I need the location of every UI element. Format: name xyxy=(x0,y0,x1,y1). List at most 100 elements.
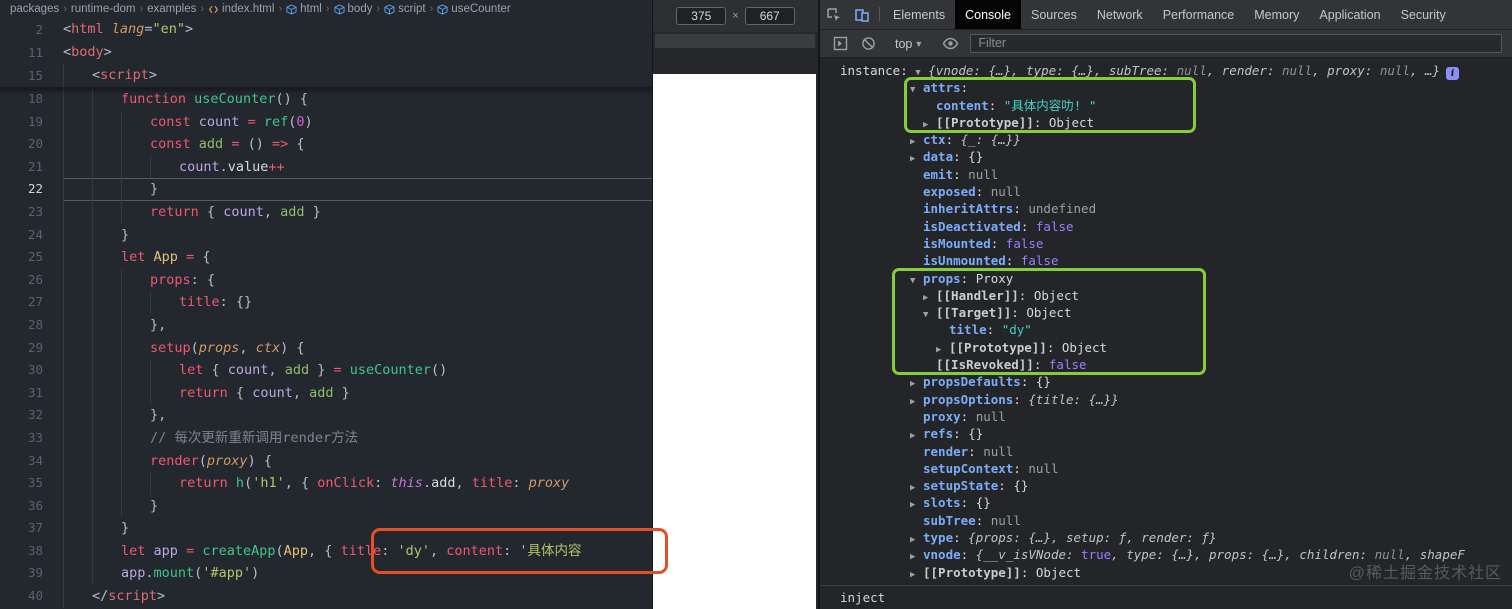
code-line-39[interactable]: 39app.mount('#app') xyxy=(0,562,652,585)
line-number[interactable]: 36 xyxy=(0,495,63,518)
code-line-29[interactable]: 29setup(props, ctx) { xyxy=(0,337,652,360)
console-row[interactable]: ▶[[Prototype]]: Object xyxy=(820,114,1512,131)
tab-network[interactable]: Network xyxy=(1087,0,1153,29)
code-line-35[interactable]: 35return h('h1', { onClick: this.add, ti… xyxy=(0,472,652,495)
line-number[interactable]: 22 xyxy=(0,178,63,201)
collapse-arrow-icon[interactable]: ▼ xyxy=(910,273,923,290)
code-line-24[interactable]: 24} xyxy=(0,224,652,247)
console-prompt[interactable]: inject xyxy=(820,585,1512,609)
code-line-30[interactable]: 30let { count, add } = useCounter() xyxy=(0,359,652,382)
code-line-33[interactable]: 33// 每次更新重新调用render方法 xyxy=(0,427,652,450)
code-line-23[interactable]: 23return { count, add } xyxy=(0,201,652,224)
device-height-input[interactable]: 667 xyxy=(745,7,795,25)
console-row[interactable]: ▶propsDefaults: {} xyxy=(820,373,1512,390)
breadcrumb-item-useCounter[interactable]: useCounter xyxy=(451,3,510,15)
line-number[interactable]: 26 xyxy=(0,269,63,292)
code-line-20[interactable]: 20const add = () => { xyxy=(0,133,652,156)
line-number[interactable]: 37 xyxy=(0,517,63,540)
code-line-28[interactable]: 28}, xyxy=(0,314,652,337)
line-number[interactable]: 40 xyxy=(0,585,63,608)
breadcrumb-item-html[interactable]: html xyxy=(300,3,322,15)
tab-performance[interactable]: Performance xyxy=(1153,0,1245,29)
code-line-11[interactable]: 11<body> xyxy=(0,41,652,64)
line-number[interactable]: 32 xyxy=(0,404,63,427)
breadcrumb-item-body[interactable]: body xyxy=(348,3,373,15)
line-number[interactable]: 23 xyxy=(0,201,63,224)
code-line-18[interactable]: 18function useCounter() { xyxy=(0,88,652,111)
line-number[interactable]: 24 xyxy=(0,224,63,247)
code-line-37[interactable]: 37} xyxy=(0,517,652,540)
code-line-2[interactable]: 2<html lang="en"> xyxy=(0,18,652,41)
code-line-22[interactable]: 22} xyxy=(0,178,652,201)
line-number[interactable]: 28 xyxy=(0,314,63,337)
console-filter-input[interactable]: Filter xyxy=(970,34,1502,53)
inspect-element-icon[interactable] xyxy=(820,0,848,29)
code-line-15[interactable]: 15<script> xyxy=(0,64,652,87)
console-row[interactable]: ▼attrs: xyxy=(820,79,1512,96)
line-number[interactable]: 30 xyxy=(0,359,63,382)
toggle-device-toolbar-icon[interactable] xyxy=(848,0,876,29)
clear-console-icon[interactable] xyxy=(854,36,882,51)
console-row[interactable]: ▶type: {props: {…}, setup: ƒ, render: ƒ} xyxy=(820,529,1512,546)
code-line-25[interactable]: 25let App = { xyxy=(0,246,652,269)
line-number[interactable]: 31 xyxy=(0,382,63,405)
console-row[interactable]: ▶slots: {} xyxy=(820,494,1512,511)
line-number[interactable]: 19 xyxy=(0,111,63,134)
line-number[interactable]: 35 xyxy=(0,472,63,495)
code-line-34[interactable]: 34render(proxy) { xyxy=(0,450,652,473)
breadcrumb-item-index.html[interactable]: index.html xyxy=(222,3,274,15)
console-row[interactable]: ▶setupState: {} xyxy=(820,477,1512,494)
console-row[interactable]: ▼[[Target]]: Object xyxy=(820,304,1512,321)
line-number[interactable]: 34 xyxy=(0,450,63,473)
code-line-38[interactable]: 38let app = createApp(App, { title: 'dy'… xyxy=(0,540,652,563)
code-line-36[interactable]: 36} xyxy=(0,495,652,518)
line-number[interactable]: 29 xyxy=(0,337,63,360)
code-line-26[interactable]: 26props: { xyxy=(0,269,652,292)
tab-console[interactable]: Console xyxy=(955,0,1021,29)
line-number[interactable]: 11 xyxy=(0,41,63,64)
breadcrumb-item-examples[interactable]: examples xyxy=(147,3,196,15)
line-number[interactable]: 33 xyxy=(0,427,63,450)
console-row[interactable]: ▼props: Proxy xyxy=(820,270,1512,287)
line-number[interactable]: 20 xyxy=(0,133,63,156)
device-width-input[interactable]: 375 xyxy=(676,7,726,25)
code-line-40[interactable]: 40</script> xyxy=(0,585,652,608)
console-row[interactable]: ▶refs: {} xyxy=(820,425,1512,442)
line-number[interactable]: 39 xyxy=(0,562,63,585)
code-line-27[interactable]: 27title: {} xyxy=(0,291,652,314)
console-row[interactable]: instance: ▼{vnode: {…}, type: {…}, subTr… xyxy=(820,62,1512,79)
emulated-page-viewport[interactable] xyxy=(653,74,816,609)
execution-context-selector[interactable]: top xyxy=(895,37,912,51)
code-line-32[interactable]: 32}, xyxy=(0,404,652,427)
line-number[interactable]: 27 xyxy=(0,291,63,314)
console-row[interactable]: ▶data: {} xyxy=(820,148,1512,165)
console-row[interactable]: ▶[[Prototype]]: Object xyxy=(820,339,1512,356)
line-number[interactable]: 18 xyxy=(0,88,63,111)
collapse-arrow-icon[interactable]: ▼ xyxy=(923,307,936,324)
console-row[interactable]: ▶propsOptions: {title: {…}} xyxy=(820,391,1512,408)
line-number[interactable]: 2 xyxy=(0,18,63,41)
line-number[interactable]: 38 xyxy=(0,540,63,563)
token: let xyxy=(179,362,203,378)
console-row[interactable]: ▶[[Handler]]: Object xyxy=(820,287,1512,304)
tab-memory[interactable]: Memory xyxy=(1244,0,1309,29)
collapse-arrow-icon[interactable]: ▼ xyxy=(910,82,923,99)
live-expression-eye-icon[interactable] xyxy=(936,35,964,52)
breadcrumb-item-runtime-dom[interactable]: runtime-dom xyxy=(71,3,136,15)
tab-security[interactable]: Security xyxy=(1391,0,1456,29)
code-line-21[interactable]: 21count.value++ xyxy=(0,156,652,179)
tab-sources[interactable]: Sources xyxy=(1021,0,1087,29)
line-number[interactable]: 15 xyxy=(0,64,63,87)
tab-elements[interactable]: Elements xyxy=(883,0,955,29)
tab-application[interactable]: Application xyxy=(1309,0,1390,29)
expand-arrow-icon[interactable]: ▶ xyxy=(923,117,936,134)
breadcrumb-item-script[interactable]: script xyxy=(398,3,425,15)
breadcrumb-item-packages[interactable]: packages xyxy=(10,3,59,15)
code-line-31[interactable]: 31return { count, add } xyxy=(0,382,652,405)
expand-arrow-icon[interactable]: ▶ xyxy=(910,567,923,584)
line-number[interactable]: 21 xyxy=(0,156,63,179)
console-token: : xyxy=(989,98,1004,113)
console-sidebar-icon[interactable] xyxy=(826,36,854,51)
line-number[interactable]: 25 xyxy=(0,246,63,269)
code-line-19[interactable]: 19const count = ref(0) xyxy=(0,111,652,134)
